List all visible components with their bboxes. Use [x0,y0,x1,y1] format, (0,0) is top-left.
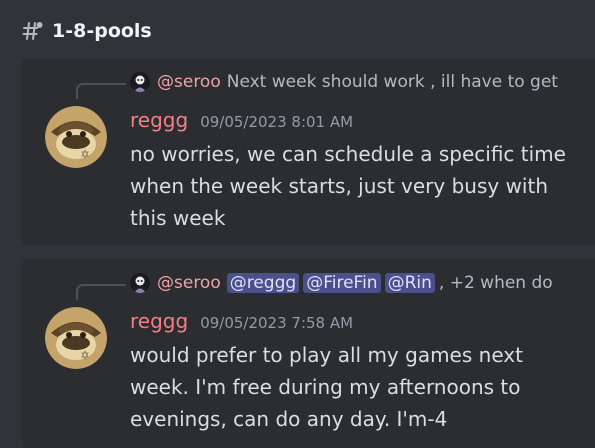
message-content: would prefer to play all my games next w… [130,339,590,435]
avatar[interactable] [45,307,107,369]
message-line: evenings, can do any day. I'm-4 [130,407,448,431]
message-item[interactable]: @seroo Next week should work , ill have … [22,58,595,246]
message-line: this week [130,206,226,230]
reply-text[interactable]: Next week should work , ill have to get [227,72,558,92]
message-item[interactable]: @seroo @reggg @FireFin @Rin , +2 when do… [22,259,595,448]
message-header: reggg 09/05/2023 7:58 AM [130,309,353,335]
mention-pill[interactable]: @FireFin [303,273,381,293]
username[interactable]: reggg [130,108,188,132]
message-line: no worries, we can schedule a specific t… [130,142,566,166]
timestamp[interactable]: 09/05/2023 8:01 AM [200,113,353,131]
message-line: week. I'm free during my afternoons to [130,375,521,399]
chat-view: 1-8-pools @seroo Next week should work ,… [0,0,595,448]
message-content: no worries, we can schedule a specific t… [130,138,590,234]
reply-text[interactable]: , +2 when do [439,273,553,293]
avatar[interactable] [45,106,107,168]
timestamp[interactable]: 09/05/2023 7:58 AM [200,314,353,332]
channel-name: 1-8-pools [52,20,152,42]
reply-author[interactable]: @seroo [157,273,221,293]
mention-pill[interactable]: @reggg [226,273,300,293]
username[interactable]: reggg [130,309,188,333]
channel-header[interactable]: 1-8-pools [22,16,152,46]
message-header: reggg 09/05/2023 8:01 AM [130,108,353,134]
reply-avatar[interactable] [130,273,150,293]
reply-spine [76,284,126,300]
message-line: when the week starts, just very busy wit… [130,174,548,198]
reply-spine [76,83,126,99]
mention-pill[interactable]: @Rin [384,273,435,293]
threaded-hash-icon [22,22,43,40]
reply-preview[interactable]: @seroo @reggg @FireFin @Rin , +2 when do [130,271,553,295]
reply-avatar[interactable] [130,72,150,92]
message-line: would prefer to play all my games next [130,343,523,367]
reply-preview[interactable]: @seroo Next week should work , ill have … [130,70,558,94]
reply-author[interactable]: @seroo [157,72,221,92]
